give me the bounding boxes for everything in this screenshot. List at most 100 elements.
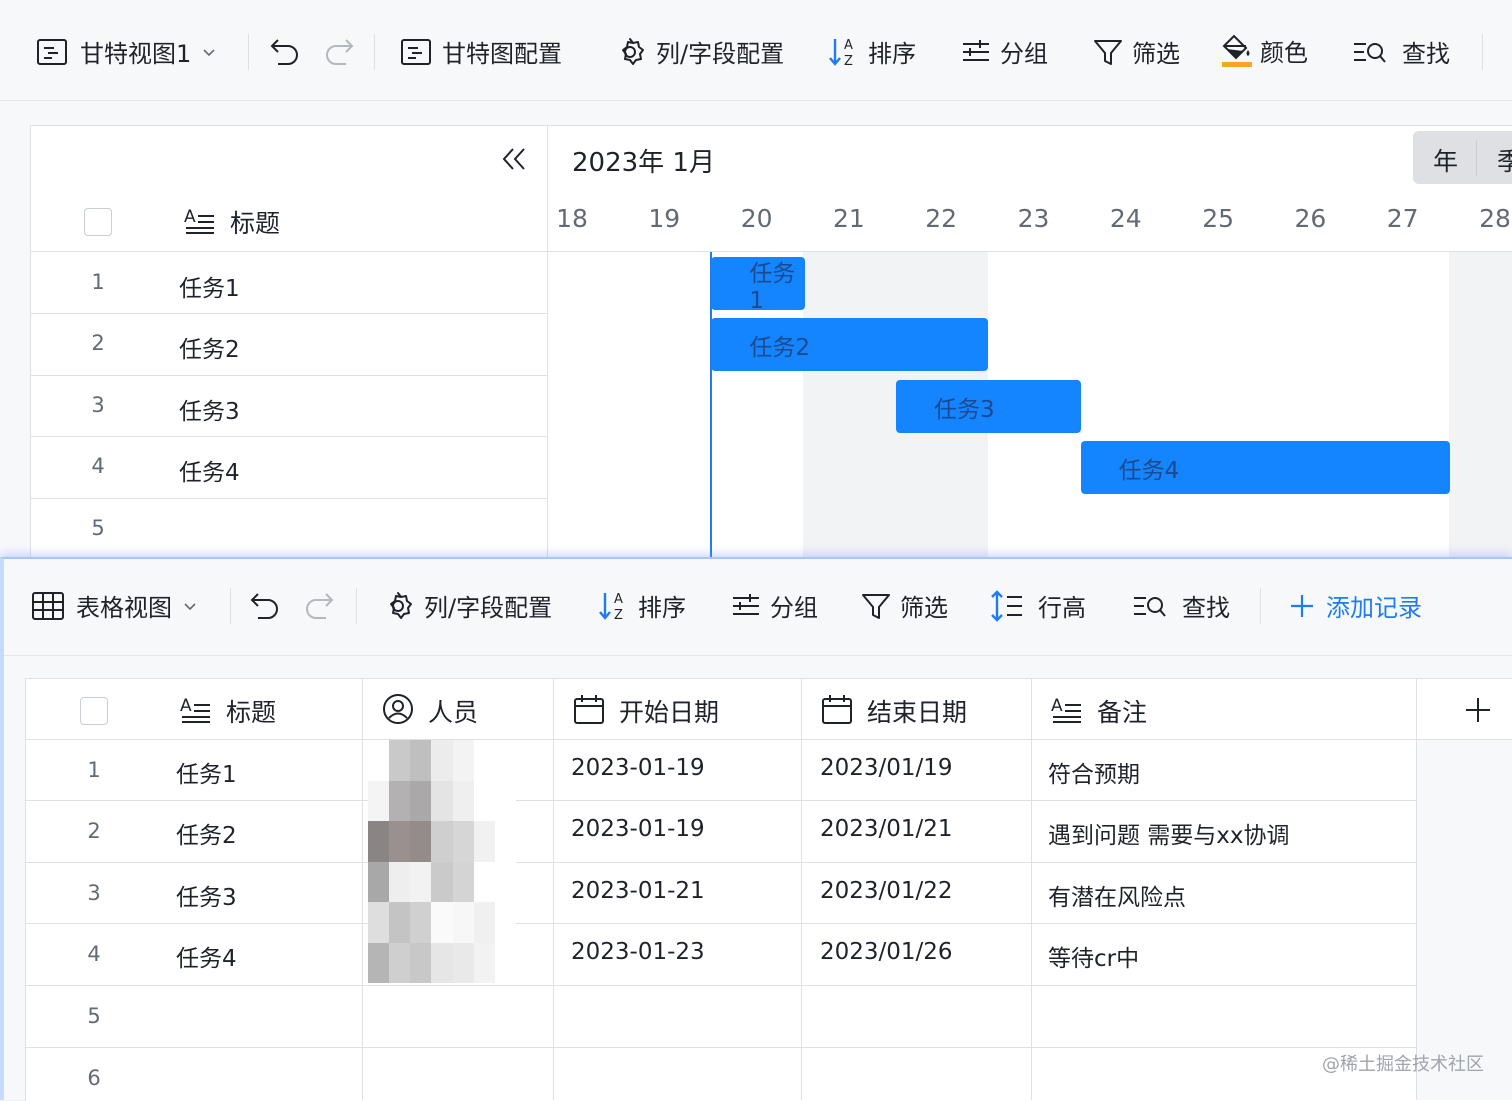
cell-note[interactable]: 等待cr中 [1048,939,1139,973]
timeline-day-label: 19 [648,204,681,233]
today-marker [710,252,712,561]
group-button[interactable]: 分组 [730,588,818,623]
cell-note[interactable]: 有潜在风险点 [1048,878,1186,912]
gantt-task-bar-label: 任务3 [933,396,995,423]
find-icon [1354,42,1386,63]
scale-year-tab[interactable]: 年 [1433,142,1458,178]
gantt-task-bar-label: 任务4 [1118,457,1180,484]
gear-icon [390,591,412,619]
cell-end-date[interactable]: 2023/01/22 [820,878,953,904]
filter-icon [862,593,890,619]
scale-quarter-tab[interactable]: 季 [1497,142,1512,178]
cell-end-date[interactable]: 2023/01/21 [820,816,953,842]
gantt-task-bar-label: 任务2 [749,334,810,361]
add-record-button[interactable]: 添加记录 [1288,588,1422,623]
cell-end-date[interactable]: 2023/01/26 [820,939,953,965]
cell-note[interactable]: 符合预期 [1048,755,1140,789]
col-header-start-date[interactable]: 开始日期 [619,693,719,729]
gantt-task-bar[interactable]: 任务2 [711,318,989,371]
cell-title[interactable]: 任务3 [176,878,237,912]
group-button[interactable]: 分组 [960,34,1048,69]
add-column-icon[interactable] [1464,696,1492,724]
chevron-down-icon [184,602,196,610]
table-view-switcher[interactable]: 表格视图 [32,588,198,623]
timeline-day-label: 24 [1109,204,1142,233]
undo-button[interactable] [268,34,302,66]
find-icon [1134,596,1166,617]
select-all-checkbox[interactable] [84,208,112,236]
cell-note[interactable]: 遇到问题 需要与xx协调 [1048,816,1290,850]
add-record-label: 添加记录 [1326,594,1422,622]
column-config-label: 列/字段配置 [424,594,553,622]
find-label: 查找 [1182,594,1230,622]
gantt-config-label: 甘特图配置 [442,40,562,68]
gantt-view-switcher[interactable]: 甘特视图1 [36,34,217,69]
row-height-icon [991,589,1022,622]
gantt-row-title[interactable]: 任务4 [179,453,240,487]
color-button[interactable]: 颜色 [1220,32,1308,68]
col-header-person[interactable]: 人员 [428,693,478,729]
sort-az-icon: AZ [829,38,853,69]
col-header-end-date[interactable]: 结束日期 [867,693,967,729]
avatar [368,740,516,983]
undo-button[interactable] [248,588,282,620]
col-header-title[interactable]: 标题 [226,693,276,729]
gantt-task-bar-label: 任务1 [749,260,796,314]
gantt-config-button[interactable]: 甘特图配置 [400,34,562,69]
filter-button[interactable]: 筛选 [860,588,948,623]
sort-label: 排序 [868,40,916,68]
text-field-icon: A [1051,696,1081,723]
cell-title[interactable]: 任务1 [176,755,237,789]
find-button[interactable]: 查找 [1352,34,1450,69]
svg-text:A: A [184,207,196,227]
person-icon [383,694,413,724]
row-number: 2 [87,819,101,843]
plus-icon [1291,594,1313,617]
cell-title[interactable]: 任务4 [176,939,237,973]
col-header-note[interactable]: 备注 [1097,693,1147,729]
gantt-task-bar[interactable]: 任务1 [711,257,805,314]
row-number: 3 [87,881,101,905]
sort-button[interactable]: AZ 排序 [598,588,686,623]
column-config-button[interactable]: 列/字段配置 [382,588,552,623]
column-config-label: 列/字段配置 [656,40,785,68]
timeline-day-label: 23 [1017,204,1050,233]
gantt-row-title[interactable]: 任务3 [179,392,240,426]
cell-start-date[interactable]: 2023-01-21 [571,878,705,904]
find-button[interactable]: 查找 [1132,588,1230,623]
cell-title[interactable]: 任务2 [176,816,237,850]
gantt-title-header[interactable]: 标题 [230,204,280,240]
column-config-button[interactable]: 列/字段配置 [614,34,784,69]
row-height-label: 行高 [1038,594,1086,622]
row-height-button[interactable]: 行高 [990,588,1086,623]
redo-button[interactable] [322,34,356,66]
select-all-checkbox[interactable] [80,697,108,725]
paint-bucket-icon [1222,34,1252,67]
gantt-task-bar[interactable]: 任务3 [895,380,1081,433]
filter-button[interactable]: 筛选 [1092,34,1180,69]
gantt-task-bar[interactable]: 任务4 [1080,441,1450,494]
redo-icon [326,39,354,65]
color-label: 颜色 [1260,38,1308,67]
undo-icon [250,593,278,619]
timeline-day-label: 27 [1386,204,1419,233]
row-number: 1 [91,270,105,294]
sort-button[interactable]: AZ 排序 [828,34,916,69]
calendar-icon [574,695,604,724]
month-label: 2023年 1月 [572,148,715,178]
gear-icon [622,37,644,65]
timeline-day-label: 25 [1202,204,1234,233]
row-number: 5 [91,516,105,540]
row-number: 2 [91,331,105,355]
gantt-row-title[interactable]: 任务1 [179,269,240,303]
svg-text:A: A [180,696,192,716]
redo-button[interactable] [302,588,336,620]
cell-start-date[interactable]: 2023-01-19 [571,816,705,842]
gantt-row-title[interactable]: 任务2 [179,330,240,364]
collapse-left-icon[interactable] [500,145,528,173]
cell-end-date[interactable]: 2023/01/19 [820,755,953,781]
filter-icon [1094,39,1122,65]
group-label: 分组 [770,594,818,622]
cell-start-date[interactable]: 2023-01-23 [571,939,705,965]
cell-start-date[interactable]: 2023-01-19 [571,755,705,781]
